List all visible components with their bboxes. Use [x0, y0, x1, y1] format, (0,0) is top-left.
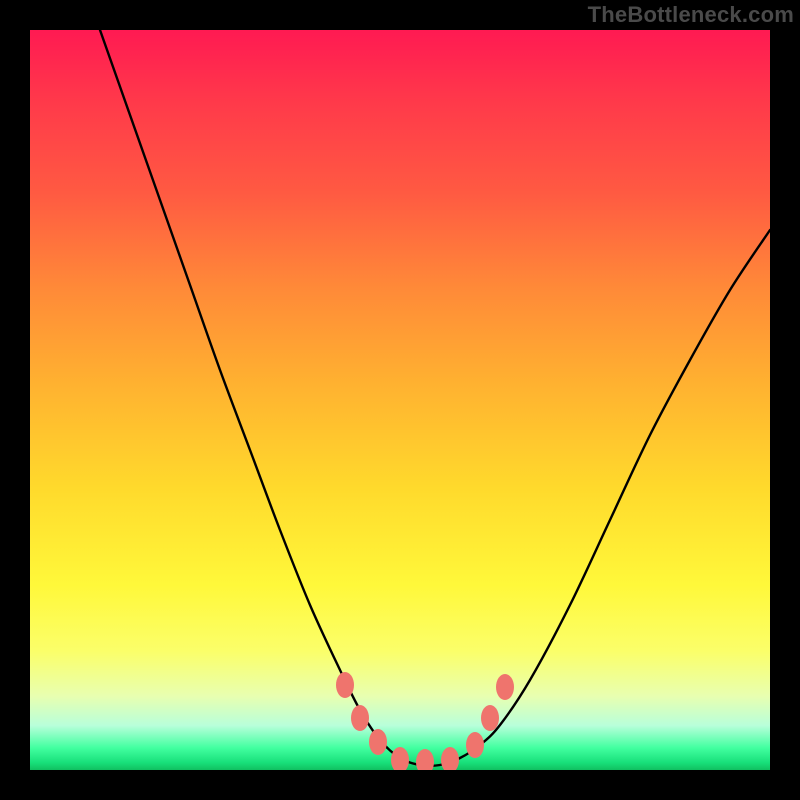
bottleneck-curve-svg	[30, 30, 770, 770]
curve-dot	[351, 705, 369, 731]
watermark-text: TheBottleneck.com	[588, 2, 794, 28]
curve-dot	[391, 747, 409, 770]
chart-frame: TheBottleneck.com	[0, 0, 800, 800]
curve-dot	[496, 674, 514, 700]
curve-dot	[441, 747, 459, 770]
bottleneck-curve	[100, 30, 770, 766]
curve-dot	[416, 749, 434, 770]
curve-dot	[369, 729, 387, 755]
curve-minimum-dots	[336, 672, 514, 770]
curve-dot	[336, 672, 354, 698]
curve-dot	[481, 705, 499, 731]
plot-area	[30, 30, 770, 770]
curve-dot	[466, 732, 484, 758]
